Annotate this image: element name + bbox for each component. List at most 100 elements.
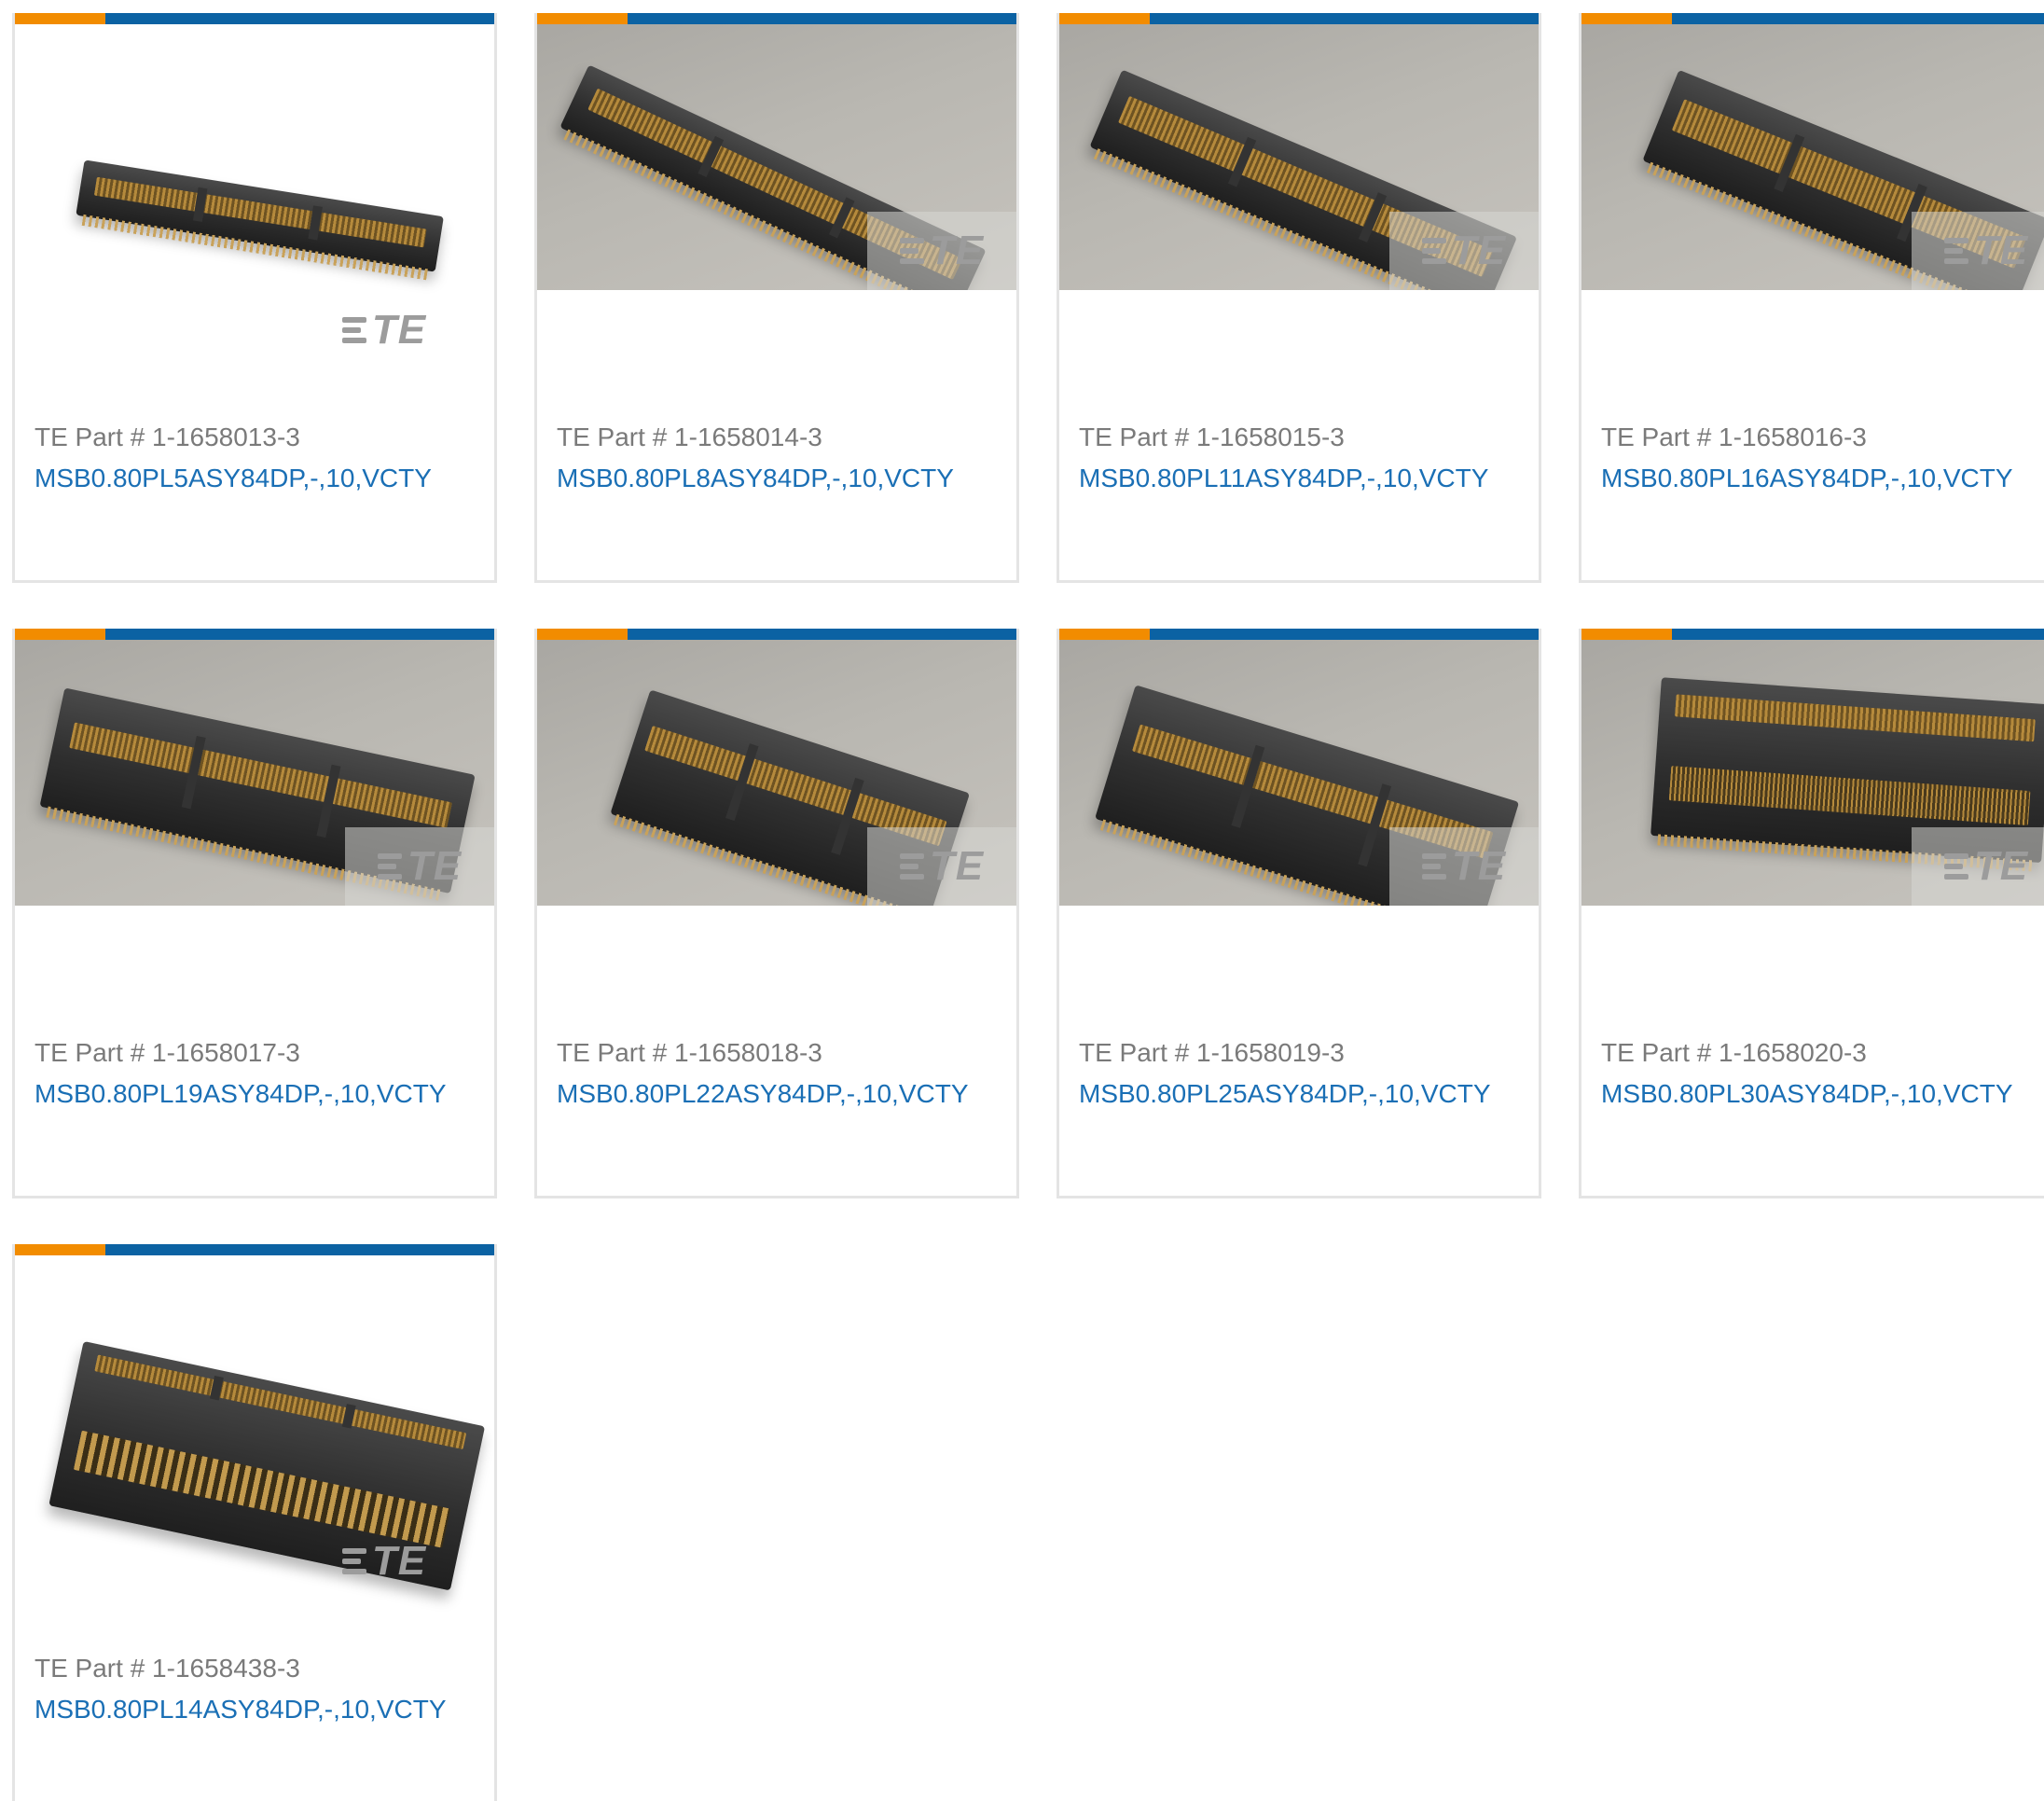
part-prefix: TE Part # <box>35 1038 145 1067</box>
product-image[interactable]: TE <box>1059 24 1539 290</box>
product-description-link[interactable]: MSB0.80PL8ASY84DP,-,10,VCTY <box>557 460 1001 497</box>
te-logo-icon: TE <box>1943 843 2028 890</box>
product-description-link[interactable]: MSB0.80PL30ASY84DP,-,10,VCTY <box>1601 1075 2044 1113</box>
card-info: TE Part # 1-1658014-3 MSB0.80PL8ASY84DP,… <box>557 419 1001 497</box>
card-info: TE Part # 1-1658018-3 MSB0.80PL22ASY84DP… <box>557 1034 1001 1113</box>
te-logo-icon: TE <box>1421 843 1506 890</box>
part-number-line: TE Part # 1-1658015-3 <box>1079 419 1524 456</box>
part-number-line: TE Part # 1-1658016-3 <box>1601 419 2044 456</box>
part-number: 1-1658020-3 <box>1719 1038 1867 1067</box>
product-description-link[interactable]: MSB0.80PL5ASY84DP,-,10,VCTY <box>35 460 479 497</box>
card-accent-bar <box>15 629 494 640</box>
part-number: 1-1658014-3 <box>674 423 822 451</box>
part-number-line: TE Part # 1-1658013-3 <box>35 419 479 456</box>
accent-blue <box>1672 13 2044 24</box>
part-prefix: TE Part # <box>35 423 145 451</box>
te-logo-icon: TE <box>1943 228 2028 274</box>
part-number: 1-1658019-3 <box>1196 1038 1345 1067</box>
product-card[interactable]: TE TE Part # 1-1658438-3 MSB0.80PL14ASY8… <box>12 1244 497 1801</box>
part-number: 1-1658017-3 <box>152 1038 300 1067</box>
accent-orange <box>1059 629 1150 640</box>
part-number-line: TE Part # 1-1658018-3 <box>557 1034 1001 1072</box>
part-number-line: TE Part # 1-1658019-3 <box>1079 1034 1524 1072</box>
product-card[interactable]: TE TE Part # 1-1658018-3 MSB0.80PL22ASY8… <box>534 629 1019 1198</box>
accent-blue <box>105 13 494 24</box>
product-card[interactable]: TE TE Part # 1-1658015-3 MSB0.80PL11ASY8… <box>1057 13 1541 583</box>
product-image[interactable]: TE <box>1059 640 1539 906</box>
product-description-link[interactable]: MSB0.80PL22ASY84DP,-,10,VCTY <box>557 1075 1001 1113</box>
card-accent-bar <box>15 1244 494 1255</box>
part-number: 1-1658015-3 <box>1196 423 1345 451</box>
accent-orange <box>15 13 105 24</box>
part-number: 1-1658016-3 <box>1719 423 1867 451</box>
part-number-line: TE Part # 1-1658014-3 <box>557 419 1001 456</box>
product-card[interactable]: TE TE Part # 1-1658020-3 MSB0.80PL30ASY8… <box>1579 629 2044 1198</box>
card-info: TE Part # 1-1658016-3 MSB0.80PL16ASY84DP… <box>1601 419 2044 497</box>
part-prefix: TE Part # <box>1601 423 1712 451</box>
card-info: TE Part # 1-1658013-3 MSB0.80PL5ASY84DP,… <box>35 419 479 497</box>
part-number-line: TE Part # 1-1658438-3 <box>35 1650 479 1687</box>
accent-blue <box>628 13 1016 24</box>
te-watermark: TE <box>1389 212 1539 290</box>
part-number-line: TE Part # 1-1658017-3 <box>35 1034 479 1072</box>
product-description-link[interactable]: MSB0.80PL19ASY84DP,-,10,VCTY <box>35 1075 479 1113</box>
part-number: 1-1658438-3 <box>152 1654 300 1683</box>
card-info: TE Part # 1-1658017-3 MSB0.80PL19ASY84DP… <box>35 1034 479 1113</box>
product-card[interactable]: TE TE Part # 1-1658019-3 MSB0.80PL25ASY8… <box>1057 629 1541 1198</box>
te-watermark: TE <box>310 291 459 369</box>
product-image[interactable]: TE <box>537 24 1016 290</box>
product-image[interactable]: TE <box>1581 24 2044 290</box>
card-accent-bar <box>15 13 494 24</box>
product-description-link[interactable]: MSB0.80PL16ASY84DP,-,10,VCTY <box>1601 460 2044 497</box>
product-grid: TE TE Part # 1-1658013-3 MSB0.80PL5ASY84… <box>0 0 2044 1801</box>
product-card[interactable]: TE TE Part # 1-1658014-3 MSB0.80PL8ASY84… <box>534 13 1019 583</box>
te-logo-icon: TE <box>899 843 984 890</box>
product-image[interactable]: TE <box>15 1255 494 1628</box>
product-description-link[interactable]: MSB0.80PL14ASY84DP,-,10,VCTY <box>35 1691 479 1728</box>
connector-illustration <box>76 159 444 281</box>
te-logo-icon: TE <box>1421 228 1506 274</box>
te-watermark: TE <box>1912 212 2044 290</box>
card-accent-bar <box>1059 629 1539 640</box>
card-accent-bar <box>1581 13 2044 24</box>
card-info: TE Part # 1-1658015-3 MSB0.80PL11ASY84DP… <box>1079 419 1524 497</box>
accent-blue <box>105 629 494 640</box>
part-number: 1-1658018-3 <box>674 1038 822 1067</box>
te-logo-icon: TE <box>899 228 984 274</box>
card-accent-bar <box>537 13 1016 24</box>
card-info: TE Part # 1-1658020-3 MSB0.80PL30ASY84DP… <box>1601 1034 2044 1113</box>
part-prefix: TE Part # <box>1079 1038 1190 1067</box>
te-watermark: TE <box>867 827 1016 906</box>
product-description-link[interactable]: MSB0.80PL25ASY84DP,-,10,VCTY <box>1079 1075 1524 1113</box>
card-info: TE Part # 1-1658438-3 MSB0.80PL14ASY84DP… <box>35 1650 479 1728</box>
product-image[interactable]: TE <box>1581 640 2044 906</box>
accent-orange <box>537 629 628 640</box>
te-watermark: TE <box>1912 827 2044 906</box>
card-accent-bar <box>1059 13 1539 24</box>
product-card[interactable]: TE TE Part # 1-1658016-3 MSB0.80PL16ASY8… <box>1579 13 2044 583</box>
accent-orange <box>15 1244 105 1255</box>
product-image[interactable]: TE <box>15 640 494 906</box>
part-number: 1-1658013-3 <box>152 423 300 451</box>
part-number-line: TE Part # 1-1658020-3 <box>1601 1034 2044 1072</box>
card-info: TE Part # 1-1658019-3 MSB0.80PL25ASY84DP… <box>1079 1034 1524 1113</box>
product-card[interactable]: TE TE Part # 1-1658013-3 MSB0.80PL5ASY84… <box>12 13 497 583</box>
accent-orange <box>1581 629 1672 640</box>
te-logo-icon: TE <box>377 843 462 890</box>
te-logo-icon: TE <box>341 307 426 353</box>
product-image[interactable]: TE <box>15 24 494 397</box>
te-watermark: TE <box>310 1522 459 1600</box>
product-card[interactable]: TE TE Part # 1-1658017-3 MSB0.80PL19ASY8… <box>12 629 497 1198</box>
te-watermark: TE <box>1389 827 1539 906</box>
part-prefix: TE Part # <box>1079 423 1190 451</box>
card-accent-bar <box>1581 629 2044 640</box>
product-description-link[interactable]: MSB0.80PL11ASY84DP,-,10,VCTY <box>1079 460 1524 497</box>
accent-blue <box>1150 629 1539 640</box>
part-prefix: TE Part # <box>35 1654 145 1683</box>
accent-blue <box>105 1244 494 1255</box>
te-logo-icon: TE <box>341 1538 426 1585</box>
accent-orange <box>15 629 105 640</box>
te-watermark: TE <box>867 212 1016 290</box>
accent-orange <box>537 13 628 24</box>
product-image[interactable]: TE <box>537 640 1016 906</box>
